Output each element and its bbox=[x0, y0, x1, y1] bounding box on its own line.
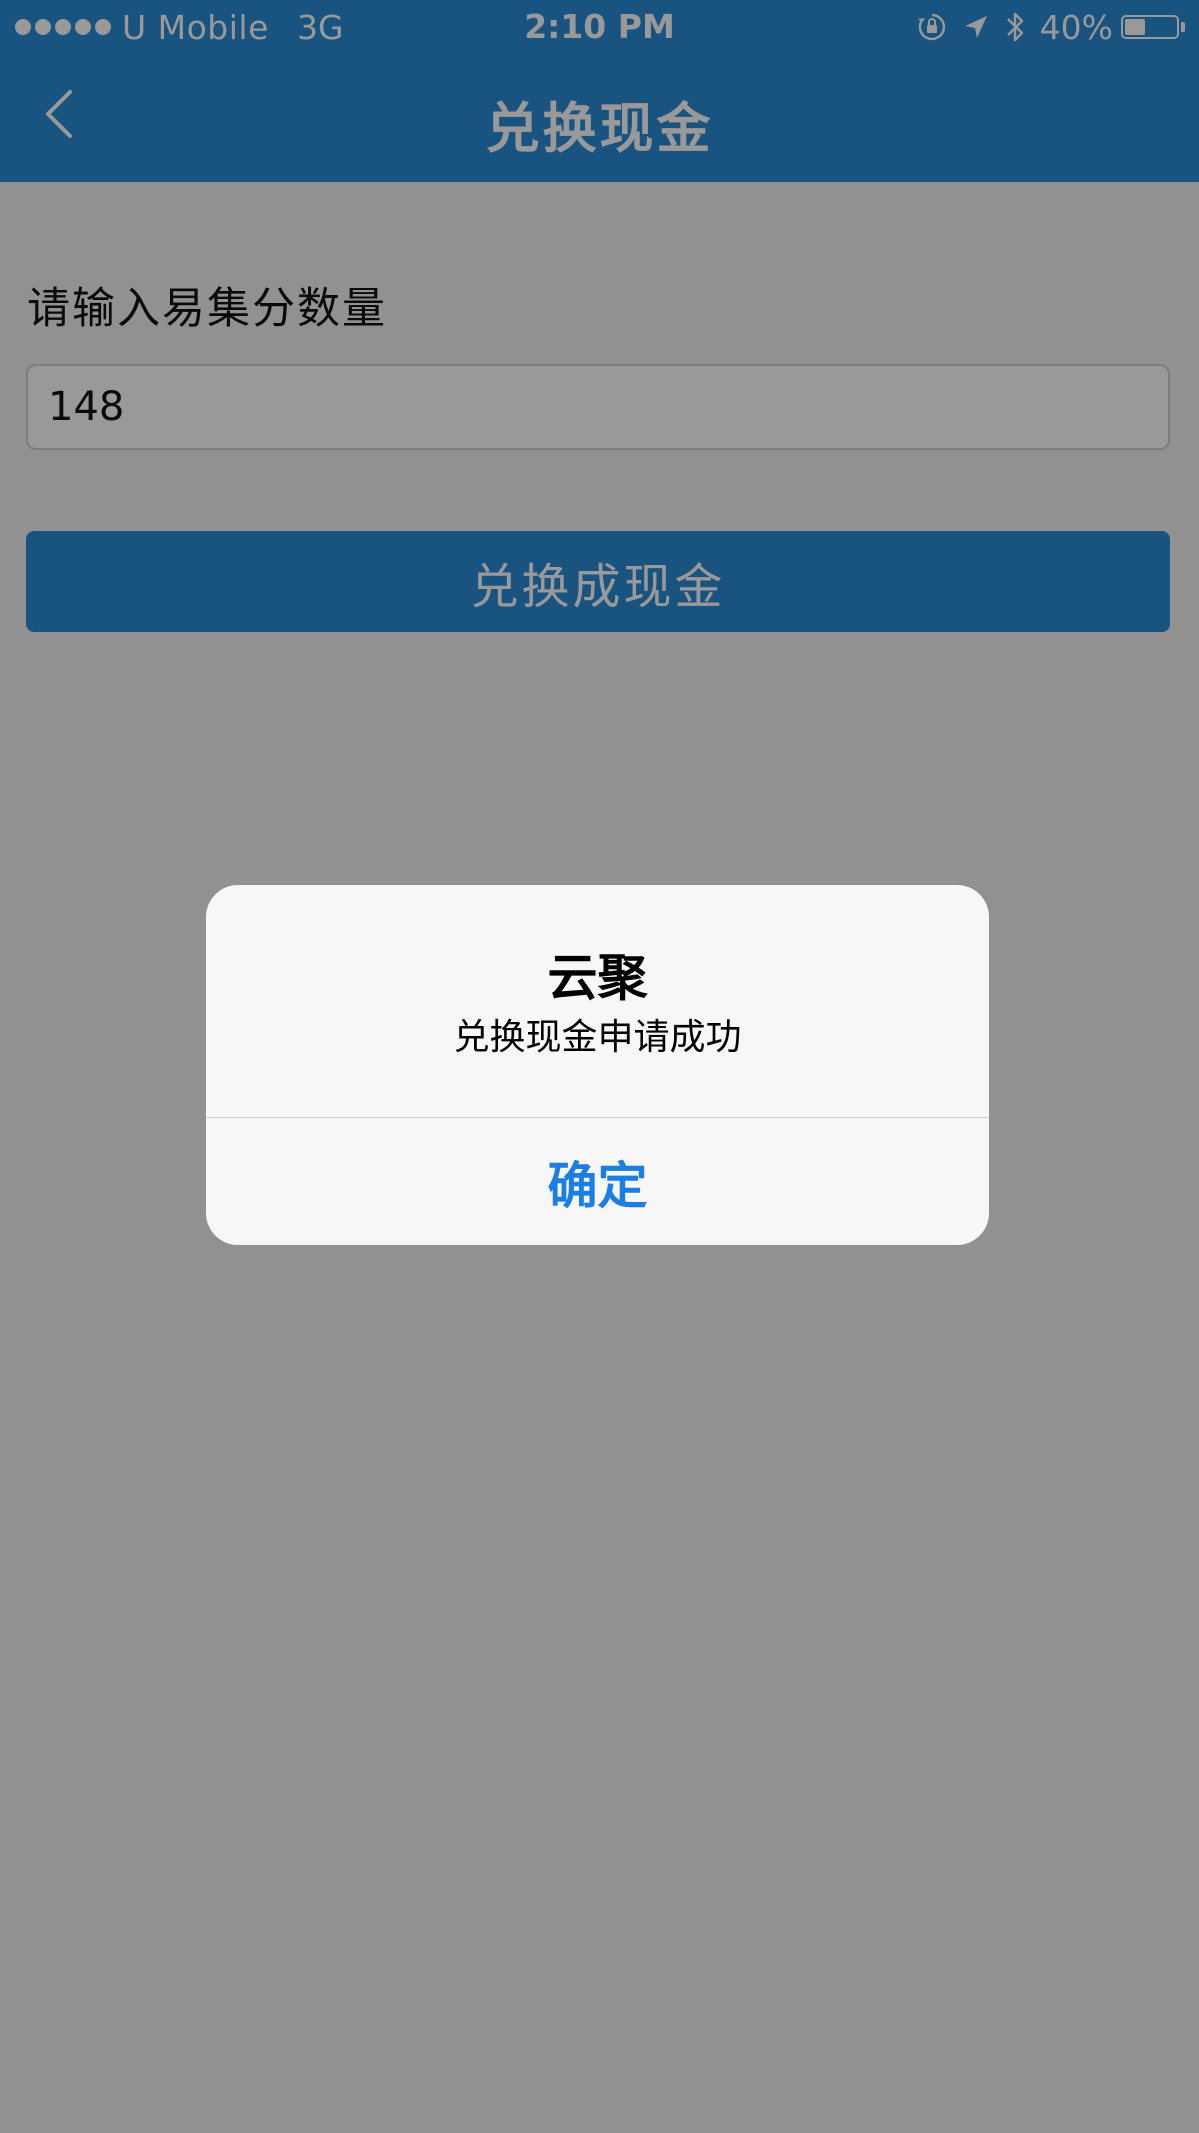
alert-dialog: 云聚 兑换现金申请成功 确定 bbox=[206, 885, 989, 1245]
alert-title: 云聚 bbox=[547, 949, 648, 1007]
alert-ok-button[interactable]: 确定 bbox=[206, 1118, 989, 1245]
alert-message: 兑换现金申请成功 bbox=[453, 1017, 742, 1058]
